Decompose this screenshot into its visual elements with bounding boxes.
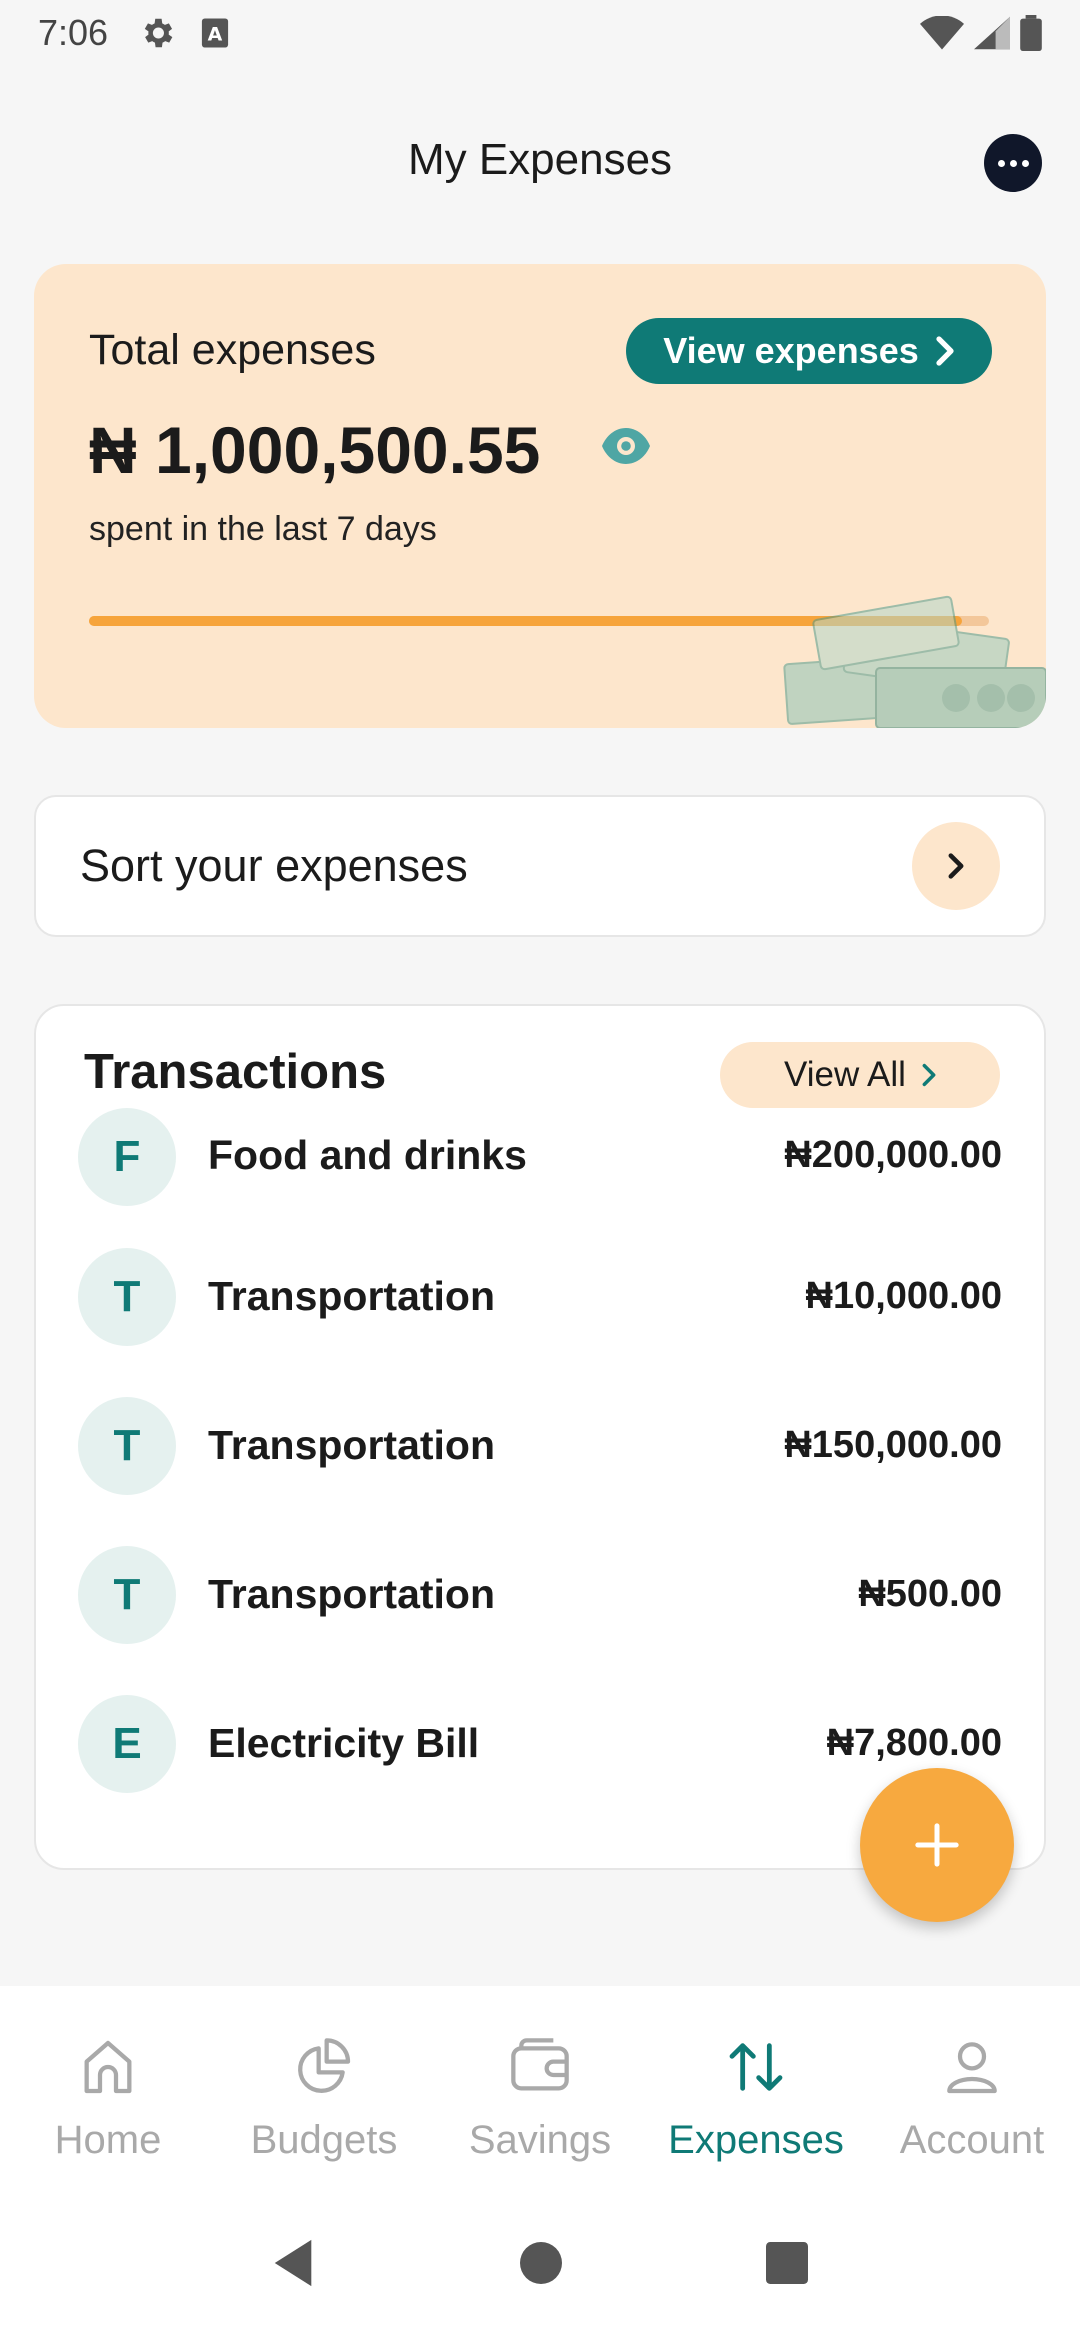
status-time: 7:06 [38, 12, 109, 53]
plus-icon [915, 1823, 959, 1867]
wallet-icon [508, 2030, 572, 2104]
transaction-avatar: T [78, 1247, 176, 1346]
transactions-title: Transactions [84, 1045, 387, 1099]
transaction-avatar: T [78, 1545, 176, 1644]
keyboard-a-icon: A [200, 17, 230, 49]
page-title: My Expenses [407, 135, 673, 184]
svg-text:A: A [208, 23, 223, 45]
transaction-name: Transportation [208, 1273, 496, 1319]
view-all-label: View All [784, 1055, 906, 1094]
nav-label-home: Home [54, 2118, 162, 2162]
transaction-amount: ₦200,000.00 [784, 1134, 1002, 1176]
transaction-name: Food and drinks [208, 1132, 527, 1178]
home-circle-icon[interactable] [520, 2242, 562, 2284]
eye-icon[interactable] [602, 428, 650, 469]
status-bar: 7:06 A [0, 0, 1080, 66]
user-icon [940, 2030, 1004, 2104]
nav-item-account[interactable]: Account [864, 1986, 1080, 2186]
nav-item-expenses[interactable]: Expenses [648, 1986, 864, 2186]
gear-icon [138, 14, 176, 52]
status-right-icons [920, 15, 1042, 51]
home-icon [76, 2030, 140, 2104]
system-nav-bar [0, 2186, 1080, 2340]
period-text: spent in the last 7 days [89, 510, 437, 548]
nav-label-expenses: Expenses [668, 2118, 844, 2162]
transaction-row[interactable]: T Transportation ₦500.00 [36, 1520, 1044, 1669]
nav-label-account: Account [899, 2118, 1045, 2162]
money-stack-illustration [783, 595, 1046, 728]
wifi-icon [920, 16, 964, 50]
add-expense-button[interactable] [860, 1768, 1014, 1922]
recents-icon[interactable] [766, 2242, 808, 2284]
transaction-amount: ₦150,000.00 [784, 1424, 1002, 1466]
transaction-row[interactable]: T Transportation ₦150,000.00 [36, 1371, 1044, 1520]
transaction-row[interactable]: T Transportation ₦10,000.00 [36, 1222, 1044, 1371]
transactions-list: F Food and drinks ₦200,000.00 T Transpor… [36, 1108, 1044, 1818]
view-expenses-label: View expenses [663, 330, 919, 371]
chevron-right-icon [948, 853, 964, 879]
pie-chart-icon [292, 2030, 356, 2104]
transaction-name: Electricity Bill [208, 1720, 480, 1766]
transaction-avatar: F [78, 1108, 176, 1206]
transaction-amount: ₦500.00 [858, 1573, 1002, 1615]
nav-item-savings[interactable]: Savings [432, 1986, 648, 2186]
transaction-amount: ₦7,800.00 [826, 1722, 1002, 1764]
nav-item-home[interactable]: Home [0, 1986, 216, 2186]
battery-icon [1020, 15, 1042, 51]
transaction-avatar: E [78, 1694, 176, 1793]
nav-label-savings: Savings [468, 2118, 612, 2162]
transaction-name: Transportation [208, 1571, 496, 1617]
nav-label-budgets: Budgets [250, 2118, 398, 2162]
total-amount: ₦ 1,000,500.55 [89, 413, 541, 487]
signal-icon [974, 16, 1010, 50]
transactions-card: Transactions View All F Food and drinks … [34, 1004, 1046, 1870]
transaction-avatar: T [78, 1396, 176, 1495]
view-all-button[interactable]: View All [720, 1042, 1000, 1108]
transaction-amount: ₦10,000.00 [805, 1275, 1003, 1317]
more-horizontal-icon [997, 159, 1005, 167]
sort-expenses-label: Sort your expenses [80, 840, 468, 891]
total-expenses-label: Total expenses [89, 326, 376, 374]
sort-expenses-card[interactable]: Sort your expenses [34, 795, 1046, 937]
app-header: My Expenses [0, 110, 1080, 210]
transfer-arrows-icon [724, 2030, 788, 2104]
back-icon[interactable] [272, 2238, 316, 2288]
transaction-row[interactable]: F Food and drinks ₦200,000.00 [36, 1108, 1044, 1222]
nav-item-budgets[interactable]: Budgets [216, 1986, 432, 2186]
view-expenses-button[interactable]: View expenses [626, 318, 992, 384]
chevron-right-icon [922, 1063, 936, 1087]
bottom-nav: Home Budgets Savings Expenses Account [0, 1986, 1080, 2186]
more-options-button[interactable] [984, 134, 1042, 192]
total-expenses-card: Total expenses View expenses ₦ 1,000,500… [34, 264, 1046, 728]
transaction-name: Transportation [208, 1422, 496, 1468]
sort-expenses-button[interactable] [912, 822, 1000, 910]
chevron-right-icon [936, 336, 954, 366]
